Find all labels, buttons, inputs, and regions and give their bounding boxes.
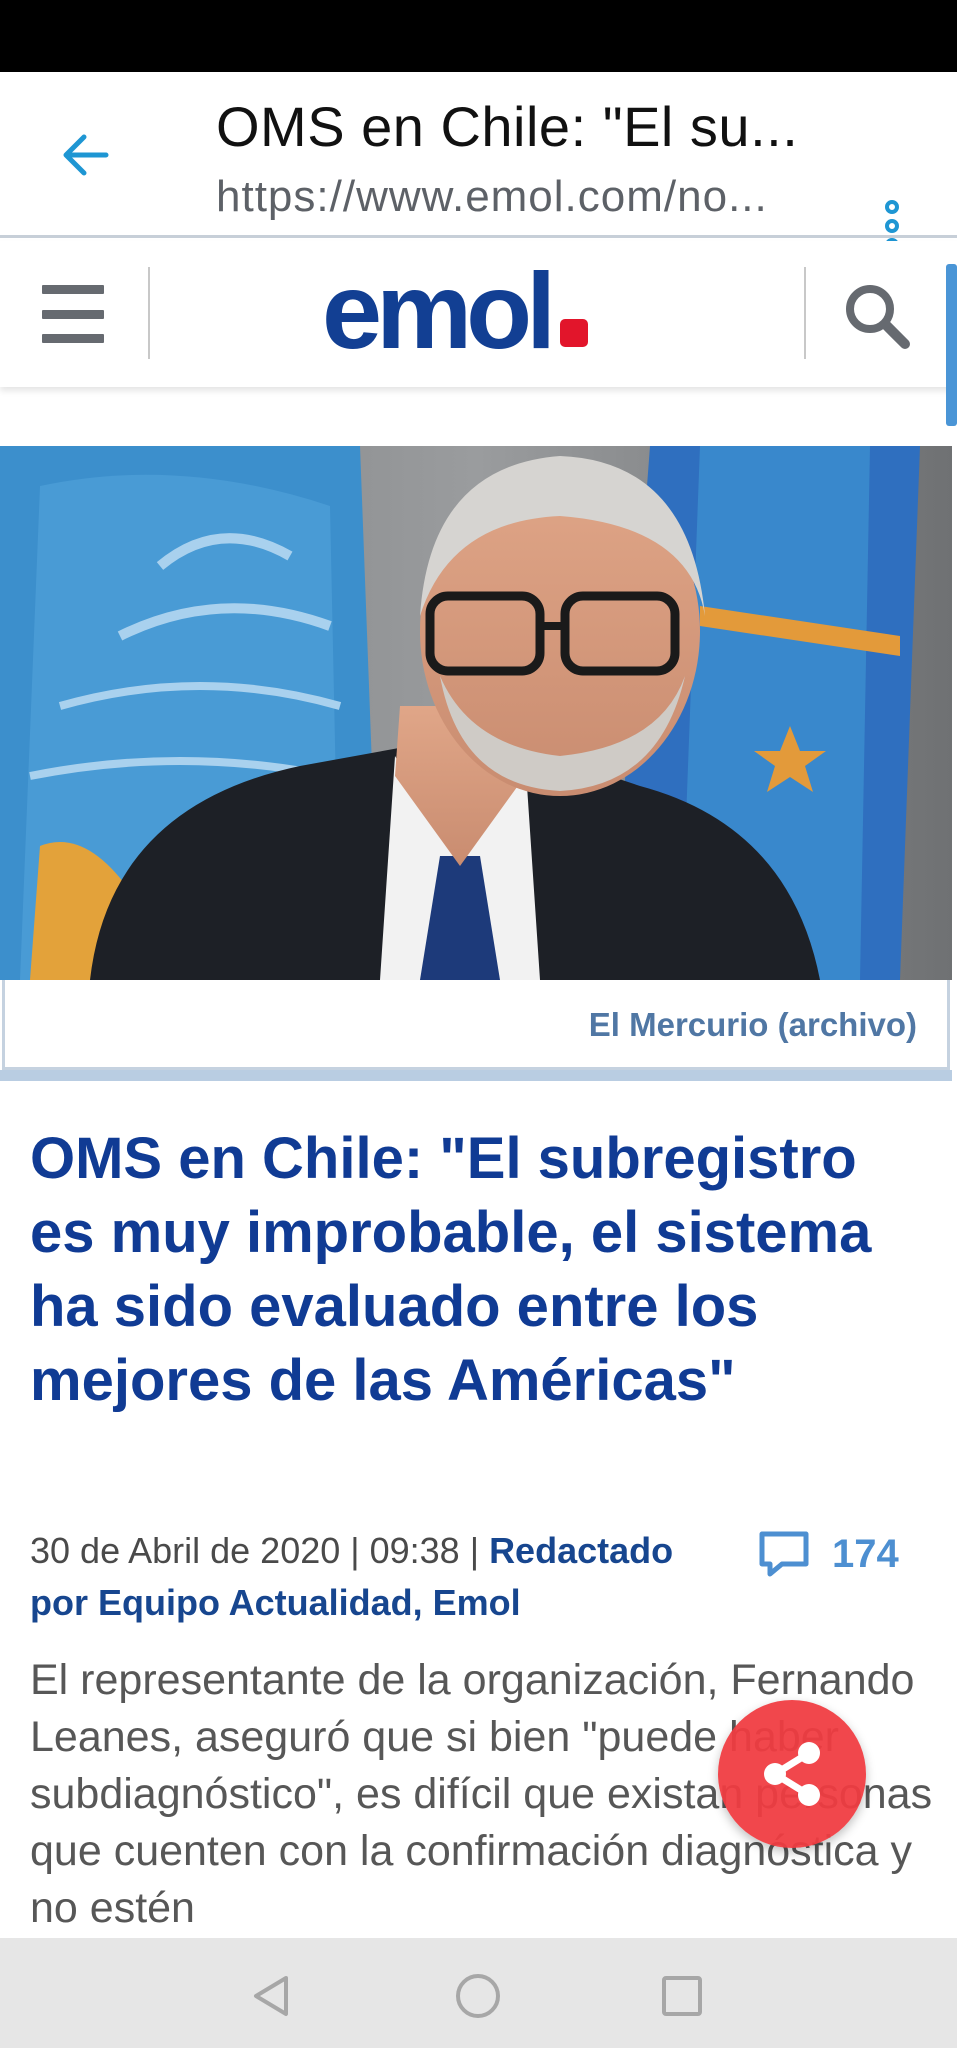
logo-text: emol	[322, 250, 556, 371]
image-caption: El Mercurio (archivo)	[588, 1006, 917, 1043]
back-button[interactable]	[50, 120, 120, 190]
article-date: 30 de Abril de 2020 | 09:38 |	[30, 1530, 490, 1571]
circle-home-icon	[456, 1974, 500, 2018]
article-headline: OMS en Chile: "El subregistro es muy imp…	[30, 1126, 872, 1413]
comments-count: 174	[832, 1531, 899, 1576]
header-divider	[804, 267, 806, 359]
search-button[interactable]	[842, 281, 912, 351]
comments-button[interactable]: 174	[758, 1524, 899, 1584]
share-button[interactable]	[718, 1700, 866, 1848]
nav-recents-button[interactable]	[654, 1968, 710, 2024]
header-divider	[148, 267, 150, 359]
image-caption-box: El Mercurio (archivo)	[2, 980, 950, 1070]
hamburger-menu-button[interactable]	[42, 285, 108, 343]
arrow-left-icon	[63, 134, 109, 176]
status-bar	[0, 0, 957, 72]
magnifier-icon	[846, 285, 910, 349]
hamburger-line	[42, 285, 104, 294]
article-meta: 30 de Abril de 2020 | 09:38 | Redactado …	[30, 1525, 720, 1629]
page-title: OMS en Chile: "El su...	[216, 95, 799, 158]
nav-home-button[interactable]	[450, 1968, 506, 2024]
speech-bubble-icon	[759, 1531, 809, 1577]
browser-toolbar: OMS en Chile: "El su... https://www.emol…	[0, 72, 957, 252]
hamburger-line	[42, 309, 104, 319]
site-header: emol	[0, 241, 957, 387]
article-hero-image	[0, 446, 952, 980]
menu-dot-icon	[885, 219, 899, 233]
scroll-indicator[interactable]	[946, 264, 957, 426]
menu-dot-icon	[885, 200, 899, 214]
caption-separator	[0, 1070, 952, 1081]
system-navigation-bar	[0, 1938, 957, 2048]
page-url[interactable]: https://www.emol.com/no...	[216, 172, 816, 222]
logo-dot	[560, 319, 589, 347]
site-logo[interactable]: emol	[322, 250, 589, 371]
triangle-back-icon	[254, 1976, 288, 2016]
square-recents-icon	[662, 1976, 702, 2016]
hamburger-line	[42, 334, 104, 343]
nav-back-button[interactable]	[244, 1968, 300, 2024]
share-icon	[764, 1742, 820, 1806]
